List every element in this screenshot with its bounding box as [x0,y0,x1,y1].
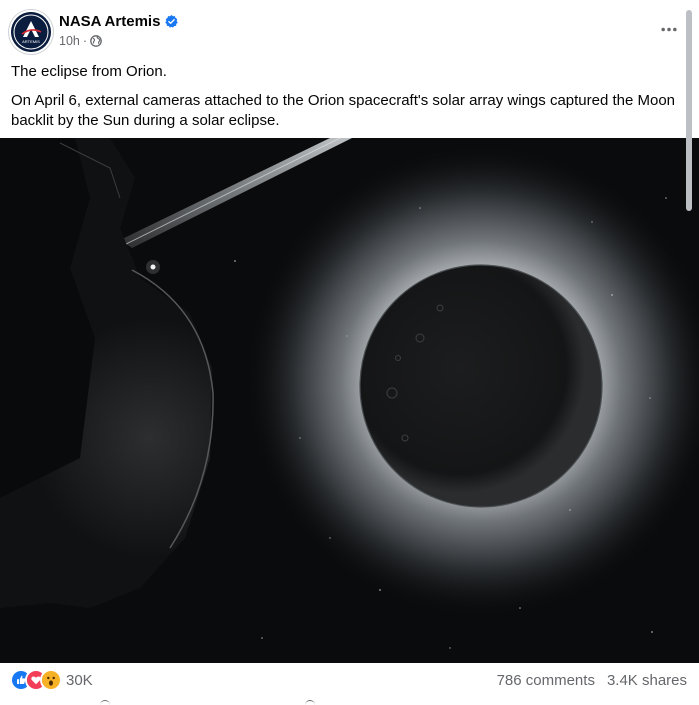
comment-share-counts: 786 comments 3.4K shares [497,672,687,689]
shares-count[interactable]: 3.4K shares [607,672,687,689]
like-button-icon[interactable] [100,700,110,705]
reactions-count[interactable]: 30K [66,672,93,689]
scrollbar[interactable] [686,10,692,211]
more-options-icon[interactable] [654,17,684,41]
eclipse-image [0,138,699,663]
post-photo[interactable] [0,138,699,663]
post-meta: 10h · [59,34,102,48]
post-header: ARTEMIS NASA Artemis 10h · [0,0,699,60]
meta-separator: · [82,34,88,48]
action-bar-peek [0,698,699,704]
post-time[interactable]: 10h [59,34,80,48]
caption-body: On April 6, external cameras attached to… [11,92,676,129]
wow-icon [42,671,60,689]
reactions-summary[interactable]: 30K [12,671,93,689]
svg-text:ARTEMIS: ARTEMIS [22,39,40,44]
globe-icon[interactable] [90,35,102,47]
caption-headline: The eclipse from Orion. [11,63,167,80]
comments-count[interactable]: 786 comments [497,672,595,689]
page-name[interactable]: NASA Artemis [59,13,160,30]
post-caption: The eclipse from Orion. On April 6, exte… [11,62,681,140]
engagement-bar: 30K 786 comments 3.4K shares [0,664,699,698]
avatar[interactable]: ARTEMIS [11,12,51,52]
post-card: ARTEMIS NASA Artemis 10h · The eclipse f… [0,0,699,704]
verified-badge-icon [165,15,179,28]
comment-button-icon[interactable] [305,700,315,705]
page-name-link[interactable]: NASA Artemis [59,13,179,30]
